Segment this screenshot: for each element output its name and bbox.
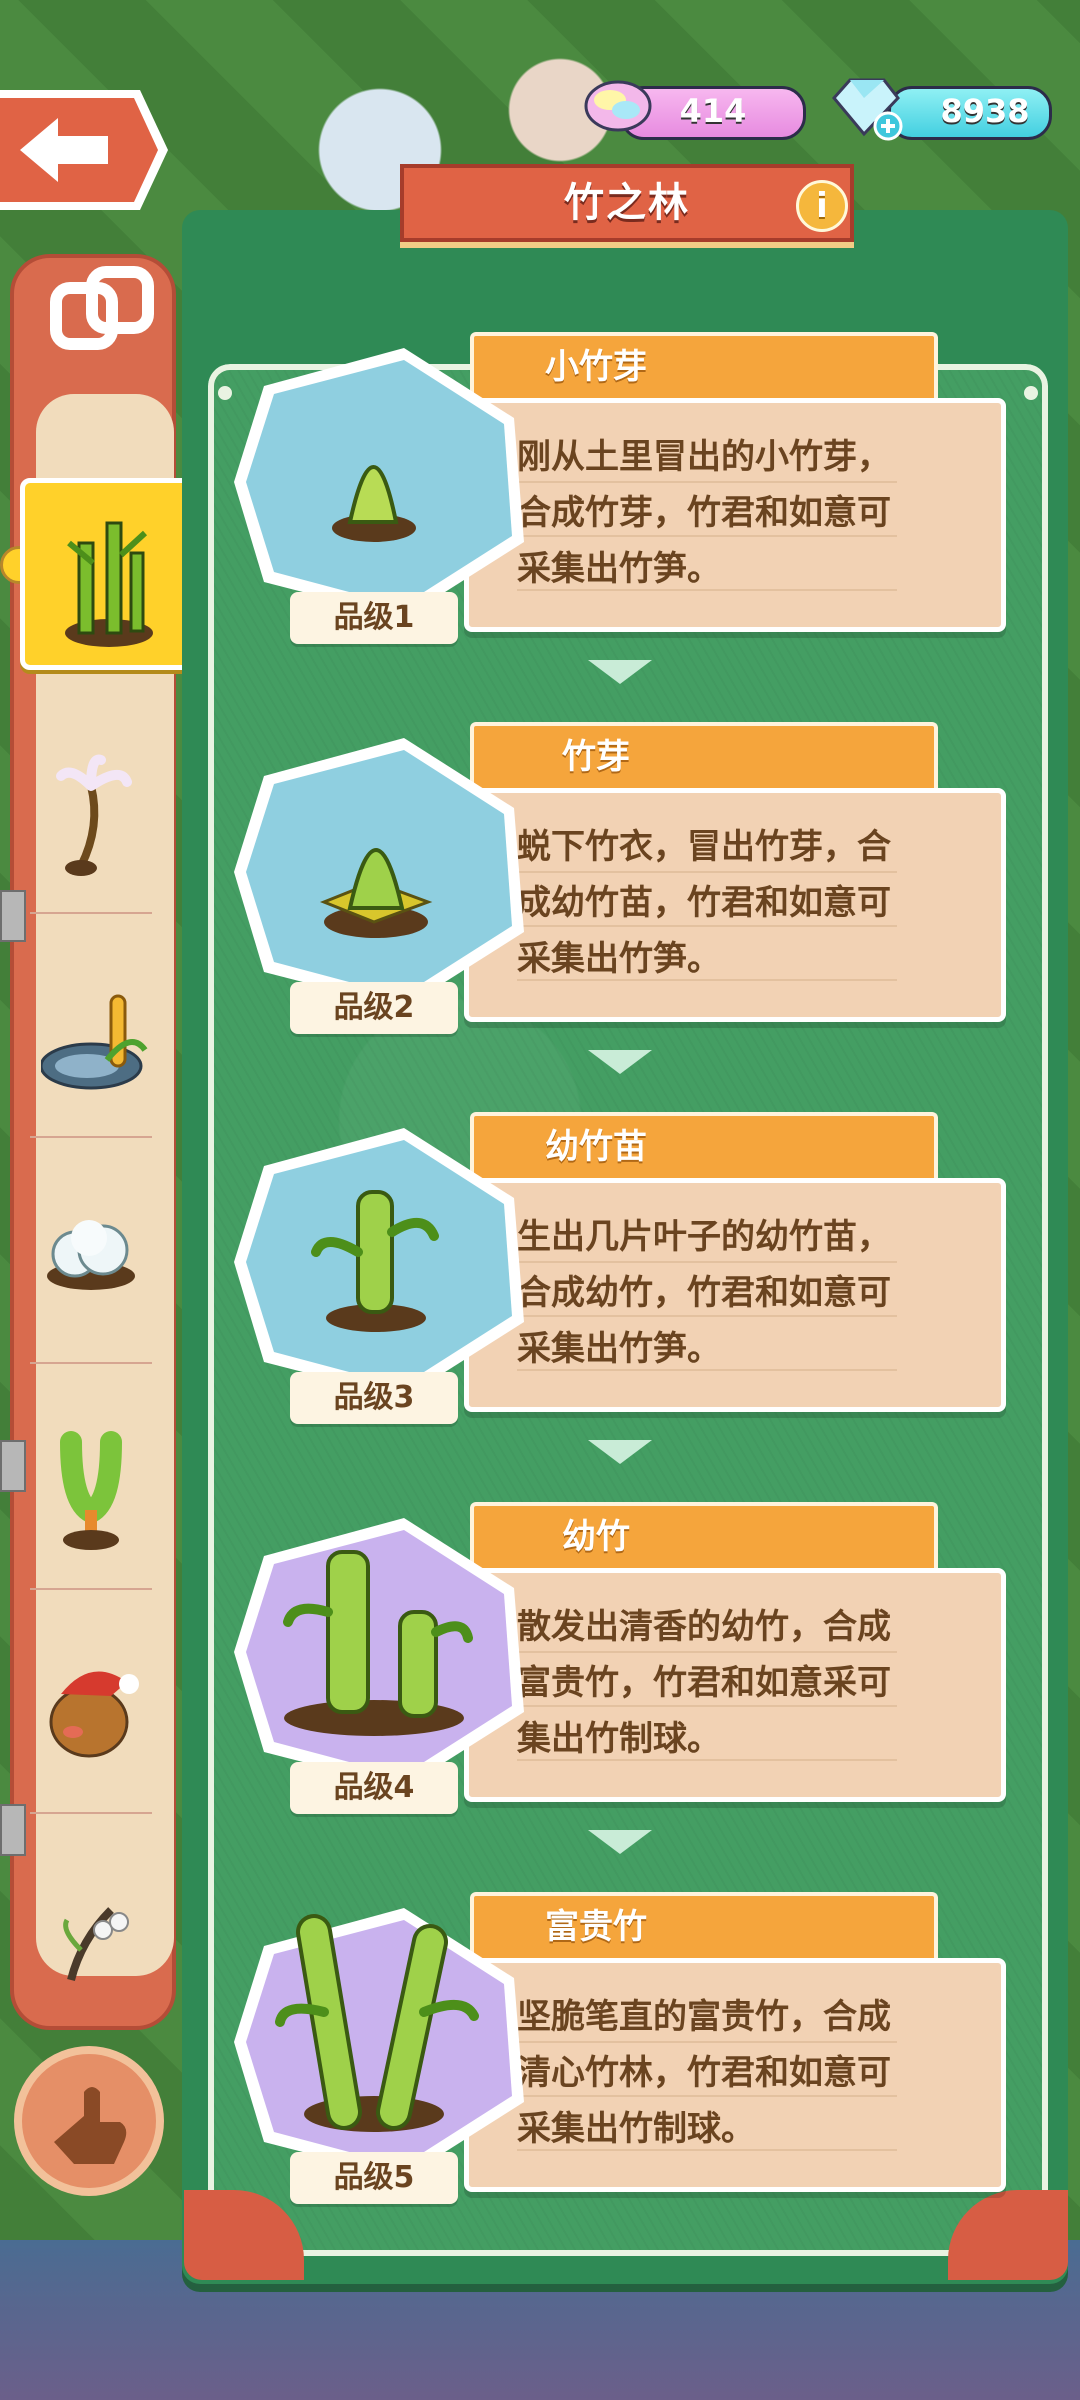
- chevron-down-icon: [588, 660, 652, 684]
- sidebar-item-bamboo[interactable]: [20, 478, 192, 670]
- cotton-candy-icon: [584, 80, 652, 132]
- sidebar-item-cactus[interactable]: [22, 1366, 160, 1590]
- back-button[interactable]: [0, 88, 170, 212]
- cactus-plant-icon: [60, 1431, 122, 1550]
- grade-label: 品级4: [290, 1762, 458, 1814]
- page-title: 竹之林: [564, 180, 690, 226]
- card-description: 散发出清香的幼竹，合成富贵竹，竹君和如意采可集出竹制球。: [517, 1599, 897, 1767]
- cotton-branch-icon: [63, 1907, 129, 1981]
- item-portrait: [234, 738, 524, 1008]
- sidebar-item-dandelion[interactable]: [22, 690, 160, 914]
- gem-count: 8938: [940, 92, 1030, 130]
- grade-label: 品级3: [290, 1372, 458, 1424]
- diamond-plus-icon[interactable]: [824, 72, 904, 144]
- card-description: 蜕下竹衣，冒出竹芽，合成幼竹苗，竹君和如意可采集出竹笋。: [517, 819, 897, 987]
- card-description: 坚脆笔直的富贵竹，合成清心竹林，竹君和如意可采集出竹制球。: [517, 1989, 897, 2157]
- grade-label: 品级2: [290, 982, 458, 1034]
- hand-pointer-icon: [54, 2087, 127, 2164]
- chevron-down-icon: [588, 1440, 652, 1464]
- sidebar-item-pond[interactable]: [22, 914, 160, 1138]
- cotton-icon: [47, 1220, 135, 1290]
- sidebar-item-potato[interactable]: [22, 1590, 160, 1814]
- chevron-down-icon: [588, 1050, 652, 1074]
- sidebar-item-branch[interactable]: [22, 1814, 160, 2038]
- potato-santa-icon: [49, 1671, 139, 1758]
- item-portrait: [234, 348, 524, 618]
- grade-label: 品级5: [290, 2152, 458, 2204]
- item-portrait: [234, 1518, 524, 1788]
- card-description: 刚从土里冒出的小竹芽，合成竹芽，竹君和如意可采集出竹笋。: [517, 429, 897, 597]
- dandelion-icon: [56, 754, 132, 876]
- pond-corn-icon: [41, 994, 148, 1090]
- hand-pointer-button[interactable]: [14, 2046, 164, 2196]
- title-banner: 竹之林: [400, 164, 854, 242]
- item-card-4[interactable]: 幼竹 散发出清香的幼竹，合成富贵竹，竹君和如意采可集出竹制球。 品级4: [224, 1502, 1024, 1822]
- bamboo-seedling-icon: [356, 1190, 394, 1314]
- chevron-down-icon: [588, 1830, 652, 1854]
- item-card-3[interactable]: 幼竹苗 生出几片叶子的幼竹苗，合成幼竹，竹君和如意可采集出竹笋。 品级3: [224, 1112, 1024, 1432]
- info-button[interactable]: i: [796, 180, 848, 232]
- item-card-5[interactable]: 富贵竹 坚脆笔直的富贵竹，合成清心竹林，竹君和如意可采集出竹制球。 品级5: [224, 1892, 1024, 2212]
- young-bamboo-icon: [326, 1550, 370, 1714]
- item-card-2[interactable]: 竹芽 蜕下竹衣，冒出竹芽，合成幼竹苗，竹君和如意可采集出竹笋。 品级2: [224, 722, 1024, 1042]
- item-portrait: [234, 1908, 524, 2178]
- grade-label: 品级1: [290, 592, 458, 644]
- gem-currency-counter[interactable]: 8938: [888, 86, 1052, 140]
- sidebar-item-cotton[interactable]: [22, 1140, 160, 1364]
- collection-toggle-icon[interactable]: [50, 262, 154, 366]
- corner-dot: [1024, 386, 1038, 400]
- item-portrait: [234, 1128, 524, 1398]
- item-card-1[interactable]: 小竹芽 刚从土里冒出的小竹芽，合成竹芽，竹君和如意可采集出竹笋。 品级1: [224, 332, 1024, 652]
- card-description: 生出几片叶子的幼竹苗，合成幼竹，竹君和如意可采集出竹笋。: [517, 1209, 897, 1377]
- bamboo-icon: [65, 521, 153, 647]
